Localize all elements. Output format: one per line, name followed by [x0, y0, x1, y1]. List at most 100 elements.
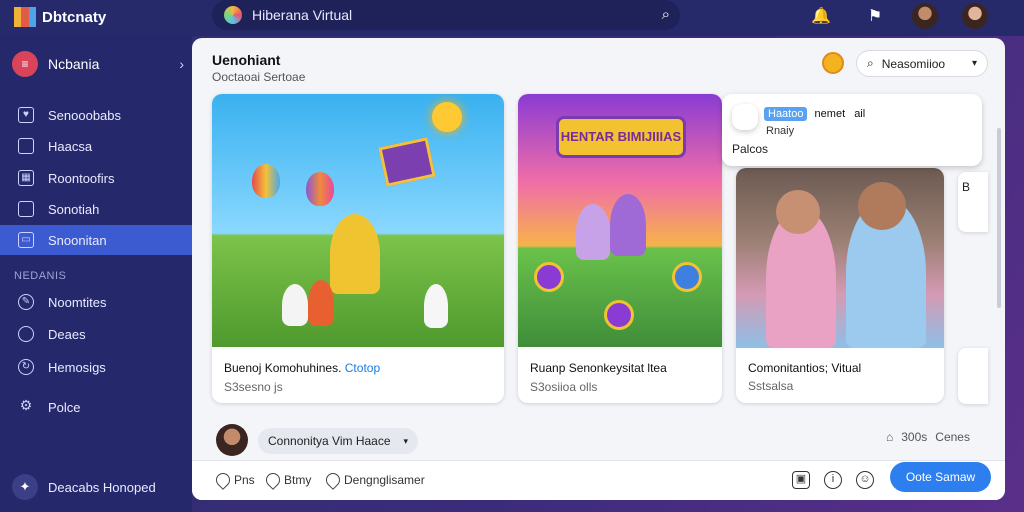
sidebar-account[interactable]: ✦ Deacabs Honoped [12, 474, 156, 500]
chat-tag: Haatoo nemet ail [764, 107, 866, 121]
sidebar-item-deaes[interactable]: Deaes [0, 319, 192, 349]
balloon-icon [252, 164, 280, 198]
action-pns[interactable]: Pns [213, 470, 255, 490]
card-image [212, 94, 504, 347]
pin-icon [263, 470, 283, 490]
search-avatar-icon [224, 6, 242, 24]
home-icon: ⌂ [886, 430, 894, 444]
sidebar-item-label: Roontoofirs [48, 170, 115, 186]
chat-popup[interactable]: Haatoo nemet ail Rnaiy Palcos [722, 94, 982, 166]
chevron-down-icon: ▾ [971, 58, 977, 69]
submit-button[interactable]: Oote Samaw [890, 462, 991, 492]
app-logo[interactable]: Dbtcnaty [14, 7, 106, 27]
card-caption-text: Buenoj Komohuhines. [224, 361, 342, 375]
pin-icon [323, 470, 343, 490]
token-icon [604, 300, 634, 330]
stats: ⌂ 300s Cenes [886, 430, 970, 444]
person-figure [424, 284, 448, 328]
card-image [736, 168, 944, 348]
community-dropdown[interactable]: Connonitya Vim Haace ▾ [258, 428, 418, 454]
person-figure [576, 204, 610, 260]
sidebar-section-label: NEDANIS [14, 270, 67, 282]
side-card[interactable] [958, 348, 988, 404]
sidebar-item-roontoofirs[interactable]: ▦ Roontoofirs [0, 163, 192, 193]
sidebar-item-polce[interactable]: ⚙ Polce [0, 392, 192, 422]
pin-icon [213, 470, 233, 490]
top-bar: Dbtcnaty Hiberana Virtual ⌕ 🔔 ⚑ [0, 0, 1024, 36]
content-card[interactable]: HENTAR BIMIJIIIAS Ruanp Senonkeysitat lt… [518, 94, 722, 403]
emoji-icon[interactable]: ☺ [856, 471, 874, 489]
balloon-icon [306, 172, 334, 206]
sort-dropdown[interactable]: ⌕ Neasomiioo ▾ [856, 50, 988, 77]
sun-icon [432, 102, 462, 132]
stats-count: 300s [901, 430, 928, 444]
token-icon [672, 262, 702, 292]
page-subtitle: Ooctaoai Sertoae [212, 70, 306, 84]
document-icon [18, 138, 34, 154]
sidebar-header-label: Ncbania [48, 56, 100, 72]
pencil-icon: ✎ [18, 294, 34, 310]
search-icon[interactable]: ⌕ [662, 6, 670, 23]
person-figure [282, 284, 308, 326]
book-icon [378, 137, 436, 187]
chat-line: Palcos [732, 142, 769, 156]
sidebar-item-sonotiah[interactable]: Sonotiah [0, 194, 192, 224]
card-meta: Sstsalsa [748, 379, 794, 393]
sidebar-header[interactable]: ≡ Ncbania › [12, 50, 184, 78]
community-label: Connonitya Vim Haace [268, 434, 391, 448]
grid-icon: ▦ [18, 170, 34, 186]
coin-icon[interactable] [822, 52, 844, 74]
card-caption-link[interactable]: Ctotop [345, 361, 380, 375]
notification-icon[interactable]: ⚑ [864, 6, 886, 28]
search-input[interactable]: Hiberana Virtual [252, 7, 352, 23]
action-label: Dengnglisamer [344, 473, 425, 487]
card-caption: Comonitantios; Vitual [748, 361, 862, 375]
menu-icon: ≡ [12, 51, 38, 77]
action-dengnglisamer[interactable]: Dengnglisamer [323, 470, 425, 490]
card-caption: Buenoj Komohuhines. Ctotop [224, 361, 380, 375]
sort-label: Neasomiioo [881, 56, 946, 71]
star-icon: ✦ [12, 474, 38, 500]
bell-icon[interactable]: 🔔 [810, 6, 832, 28]
face [858, 182, 906, 230]
chat-tag-rest: nemet [814, 108, 846, 120]
scrollbar[interactable] [997, 128, 1001, 308]
person-figure [610, 194, 646, 256]
action-label: Btmy [284, 473, 312, 487]
content-card[interactable]: Buenoj Komohuhines. Ctotop S3sesno js [212, 94, 504, 403]
sidebar-item-senooobabs[interactable]: ♥ Senooobabs [0, 100, 192, 130]
side-card-text: B [962, 180, 971, 194]
sidebar-item-haacsa[interactable]: Haacsa [0, 131, 192, 161]
action-btmy[interactable]: Btmy [263, 470, 312, 490]
gear-icon: ⚙ [19, 397, 33, 413]
sidebar-item-label: Polce [48, 399, 81, 415]
profile-avatar[interactable] [962, 3, 988, 29]
box-icon[interactable]: ▣ [792, 471, 810, 489]
search-bar[interactable]: Hiberana Virtual ⌕ [212, 0, 680, 30]
sidebar-item-hemosigs[interactable]: ↻ Hemosigs [0, 352, 192, 382]
sidebar-item-label: Senooobabs [48, 107, 122, 123]
sidebar-item-label: Snoonitan [48, 232, 107, 248]
info-icon[interactable]: i [824, 471, 842, 489]
sidebar-item-noomtites[interactable]: ✎ Noomtites [0, 287, 192, 317]
card-meta: S3sesno js [224, 380, 283, 394]
face [776, 190, 820, 234]
chat-tag-end: ail [854, 108, 866, 120]
card-meta: S3osiioa olls [530, 380, 598, 394]
person-figure [330, 214, 380, 294]
sidebar-item-snoonitan[interactable]: ▭ Snoonitan [0, 225, 192, 255]
sidebar-item-label: Deaes [48, 326, 86, 342]
logo-mark-icon [14, 7, 36, 27]
stats-label: Cenes [935, 430, 970, 444]
token-icon [534, 262, 564, 292]
side-card[interactable]: B [958, 172, 988, 232]
avatar[interactable] [216, 424, 248, 456]
content-card[interactable]: Comonitantios; Vitual Sstsalsa [736, 168, 944, 403]
game-banner: HENTAR BIMIJIIIAS [556, 116, 686, 158]
card-caption: Ruanp Senonkeysitat ltea [530, 361, 667, 375]
chat-icon [18, 326, 34, 342]
settings-icon: ↻ [18, 359, 34, 375]
avatar[interactable] [912, 3, 938, 29]
action-label: Pns [234, 473, 255, 487]
heart-icon: ♥ [18, 107, 34, 123]
